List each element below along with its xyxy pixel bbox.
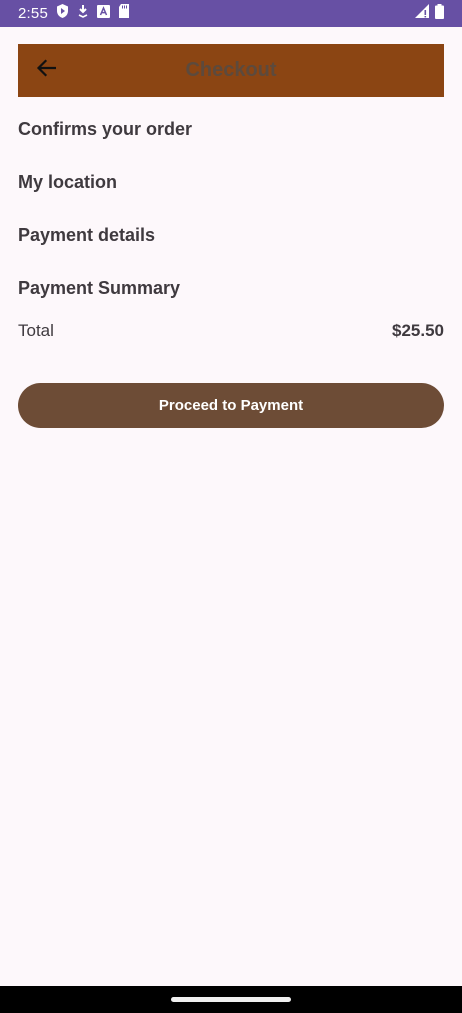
back-button[interactable] [32,56,60,84]
signal-icon [415,4,429,23]
arrow-back-icon [36,58,57,82]
sdcard-icon [118,4,130,23]
font-icon [97,4,110,23]
shield-icon [56,4,69,23]
app-bar: Checkout [18,44,444,97]
proceed-to-payment-button[interactable]: Proceed to Payment [18,383,444,428]
payment-summary-heading: Payment Summary [18,278,181,298]
battery-icon [435,3,444,24]
page-title: Checkout [185,59,277,81]
total-value: $25.50 [392,321,444,340]
payment-details-heading: Payment details [18,225,156,245]
total-row: Total $25.50 [18,321,444,341]
confirm-order-heading: Confirms your order [18,119,193,139]
total-label: Total [18,321,54,340]
navigation-bar [0,986,462,1013]
home-handle[interactable] [171,997,291,1002]
status-bar: 2:55 [0,0,462,27]
notification-icons [56,4,130,23]
download-icon [77,4,89,23]
system-icons [415,0,444,27]
status-time: 2:55 [18,5,48,22]
proceed-button-label: Proceed to Payment [158,397,304,414]
my-location-heading: My location [18,172,118,192]
